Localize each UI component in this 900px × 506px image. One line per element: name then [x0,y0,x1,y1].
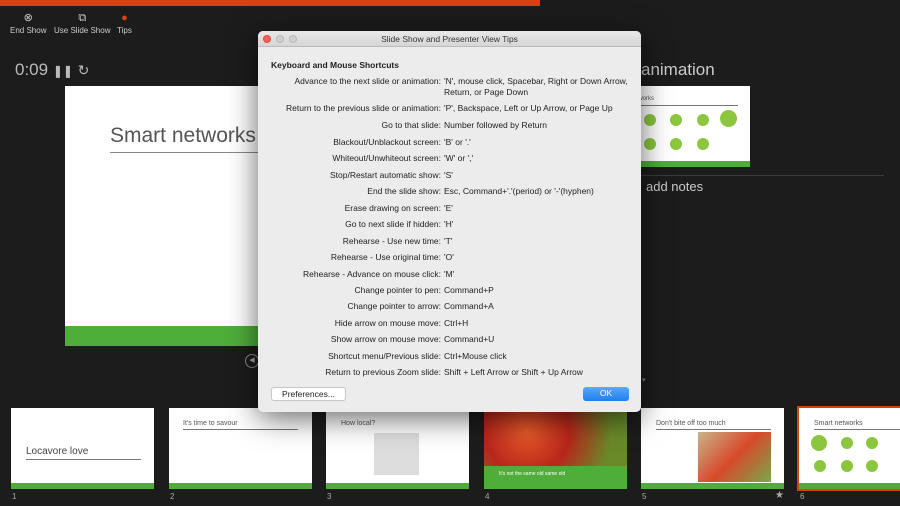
shortcut-action: Stop/Restart automatic show: [329,170,441,180]
dialog-title-bar[interactable]: Slide Show and Presenter View Tips [258,31,641,47]
shortcut-keys: 'T' [444,236,453,246]
shortcut-action: Go to next slide if hidden: [345,219,441,229]
shortcut-keys: Ctrl+Mouse click [444,351,507,361]
shortcut-action: Change pointer to pen: [354,285,441,295]
slide-footer-bar [11,483,154,489]
notes-area[interactable]: add notes [646,179,703,194]
title-underline [656,429,771,430]
dialog-heading: Keyboard and Mouse Shortcuts [271,60,399,70]
thumbnail-5[interactable]: Don't bite off too much [641,408,784,489]
thumbnail-1[interactable]: Locavore love [11,408,154,489]
title-underline [814,429,900,430]
shortcut-action: Rehearse - Advance on mouse click: [303,269,441,279]
close-circle-icon: ⊗ [23,12,33,24]
shortcut-action: Go to that slide: [381,120,441,130]
screens-icon: ⧉ [78,12,87,24]
divider [641,175,884,176]
shortcut-action: Rehearse - Use original time: [330,252,441,262]
shortcut-keys: 'H' [444,219,454,229]
shortcut-action: Erase drawing on screen: [344,203,441,213]
network-node [811,435,827,451]
shortcut-keys: Command+A [444,301,494,311]
network-node [720,110,737,127]
shortcut-keys: Command+P [444,285,494,295]
timer: 0:09 ❚❚ ↻ [15,60,90,79]
shortcut-keys: Ctrl+H [444,318,469,328]
shortcut-keys: 'B' or '.' [444,137,471,147]
tips-dialog: Slide Show and Presenter View Tips Keybo… [258,31,641,412]
shortcut-action: Shortcut menu/Previous slide: [328,351,441,361]
network-node [841,437,853,449]
network-node [697,114,709,126]
thumbnail-2[interactable]: It's time to savour [169,408,312,489]
slide-footer-bar: It's not the same old same old [484,466,627,489]
title-underline [183,429,298,430]
network-node [866,460,878,472]
thumbnail-6[interactable]: Smart networks [797,406,900,491]
previous-slide-icon[interactable]: ◀ [245,354,259,368]
minimize-window-button[interactable] [276,35,284,43]
shortcut-keys: 'O' [444,252,454,262]
network-node [697,138,709,150]
ok-button[interactable]: OK [583,387,629,401]
network-node [841,460,853,472]
close-window-button[interactable] [263,35,271,43]
thumbnail-4[interactable]: It's not the same old same old [484,408,627,489]
title-underline [630,105,738,106]
title-underline [26,459,141,460]
show-progress-bar [0,0,540,6]
shortcut-keys: 'M' [444,269,455,279]
network-node [670,114,682,126]
peppers-image [484,408,627,466]
shortcut-keys: 'P', Backspace, Left or Up Arrow, or Pag… [444,103,613,113]
shortcut-action: Return to the previous slide or animatio… [286,103,441,113]
shortcut-keys: 'E' [444,203,453,213]
chevron-down-icon[interactable]: ▾ [642,376,646,384]
slide-footer-bar [326,483,469,489]
sandwich-image [698,432,771,482]
map-image [374,433,419,475]
slide-footer-bar [169,483,312,489]
shortcut-action: End the slide show: [367,186,441,196]
slide-number: 4 [485,492,490,501]
shortcut-keys: Shift + Left Arrow or Shift + Up Arrow [444,367,583,377]
preferences-button[interactable]: Preferences... [271,387,346,401]
slide-number: 1 [12,492,17,501]
slide-footer-bar [799,483,900,489]
zoom-window-button[interactable] [289,35,297,43]
network-node [866,437,878,449]
shortcut-action: Show arrow on mouse move: [330,334,441,344]
use-slide-show-button[interactable]: ⧉ Use Slide Show [54,12,110,35]
shortcut-action: Rehearse - Use new time: [342,236,441,246]
info-icon: ● [121,12,128,24]
network-node [644,138,656,150]
shortcut-keys: 'N', mouse click, Spacebar, Right or Dow… [444,76,628,97]
star-icon: ★ [775,490,784,501]
thumbnail-3[interactable]: How local? [326,408,469,489]
slide-footer-bar [641,483,784,489]
shortcut-action: Hide arrow on mouse move: [334,318,441,328]
shortcut-action: Whiteout/Unwhiteout screen: [332,153,441,163]
shortcut-action: Blackout/Unblackout screen: [333,137,441,147]
network-node [644,114,656,126]
slide-number: 5 [642,492,647,501]
restart-icon[interactable]: ↻ [78,62,90,78]
network-node [814,460,826,472]
shortcut-action: Return to previous Zoom slide: [325,367,441,377]
shortcut-keys: Command+U [444,334,495,344]
slide-number: 2 [170,492,175,501]
shortcut-keys: Number followed by Return [444,120,547,130]
slide-number: 3 [327,492,332,501]
shortcut-keys: Esc, Command+'.'(period) or '-'(hyphen) [444,186,594,196]
shortcut-keys: 'W' or ',' [444,153,474,163]
network-node [670,138,682,150]
shortcut-action: Advance to the next slide or animation: [294,76,441,86]
next-slide-label: animation [641,60,715,79]
tips-button[interactable]: ● Tips [117,12,132,35]
end-show-button[interactable]: ⊗ End Show [10,12,46,35]
pause-icon[interactable]: ❚❚ [53,64,73,78]
slide-number: 6 [800,492,805,501]
shortcut-action: Change pointer to arrow: [347,301,441,311]
shortcut-keys: 'S' [444,170,453,180]
